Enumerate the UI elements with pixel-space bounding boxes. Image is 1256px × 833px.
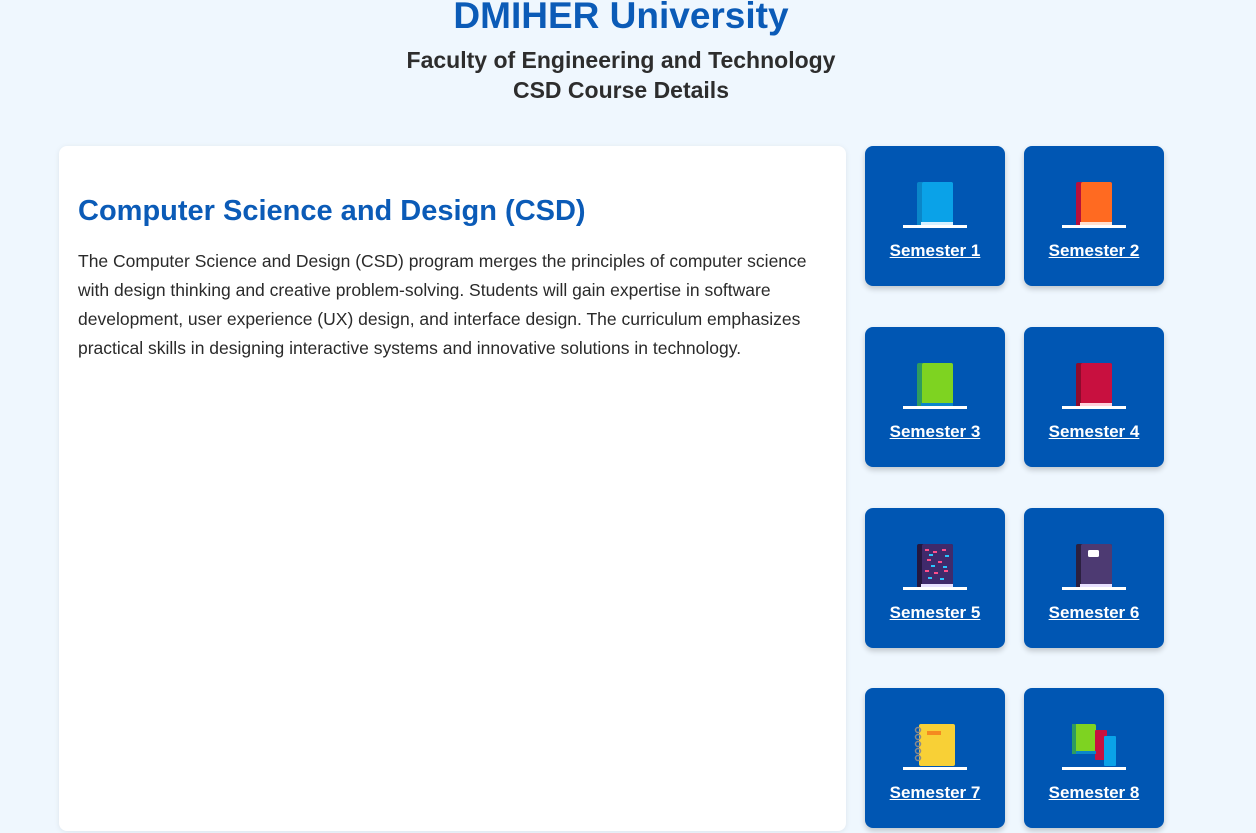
semester-6-label: Semester 6 bbox=[1048, 603, 1140, 622]
semester-3-link[interactable]: Semester 3 bbox=[865, 327, 1005, 467]
semester-4-link[interactable]: Semester 4 bbox=[1024, 327, 1164, 467]
spiral-notebook-icon bbox=[903, 722, 967, 770]
blue-book-icon bbox=[903, 180, 967, 228]
semester-7-label: Semester 7 bbox=[889, 783, 981, 802]
red-book-icon bbox=[1062, 361, 1126, 409]
program-details-card: Computer Science and Design (CSD) The Co… bbox=[59, 146, 846, 831]
program-description: The Computer Science and Design (CSD) pr… bbox=[78, 251, 807, 358]
semester-2-link[interactable]: Semester 2 bbox=[1024, 146, 1164, 286]
semester-2-label: Semester 2 bbox=[1048, 241, 1140, 260]
semester-4-label: Semester 4 bbox=[1048, 422, 1140, 441]
semester-6-link[interactable]: Semester 6 bbox=[1024, 508, 1164, 648]
stacked-books-icon bbox=[1062, 722, 1126, 770]
university-title: DMIHER University bbox=[453, 0, 789, 36]
patterned-notebook-icon bbox=[903, 542, 967, 590]
orange-book-icon bbox=[1062, 180, 1126, 228]
semester-5-link[interactable]: Semester 5 bbox=[865, 508, 1005, 648]
faculty-subtitle: Faculty of Engineering and Technology bbox=[406, 47, 836, 73]
green-book-icon bbox=[903, 361, 967, 409]
semester-1-label: Semester 1 bbox=[889, 241, 981, 260]
semester-7-link[interactable]: Semester 7 bbox=[865, 688, 1005, 828]
semester-1-link[interactable]: Semester 1 bbox=[865, 146, 1005, 286]
semester-8-link[interactable]: Semester 8 bbox=[1024, 688, 1164, 828]
semester-5-label: Semester 5 bbox=[889, 603, 981, 622]
semester-8-label: Semester 8 bbox=[1048, 783, 1140, 802]
purple-notebook-icon bbox=[1062, 542, 1126, 590]
course-subtitle: CSD Course Details bbox=[512, 77, 729, 103]
program-title: Computer Science and Design (CSD) bbox=[78, 195, 586, 227]
semester-3-label: Semester 3 bbox=[889, 422, 981, 441]
